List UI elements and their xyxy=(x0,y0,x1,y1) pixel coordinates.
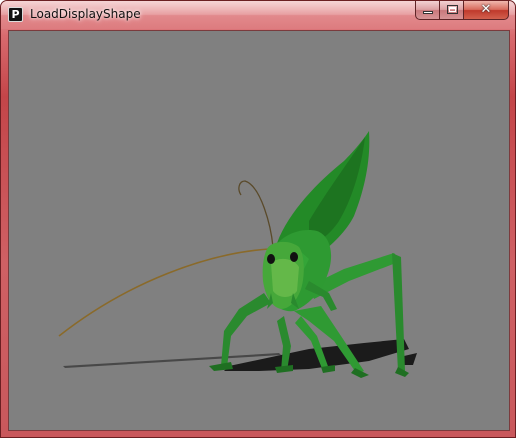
processing-app-icon[interactable]: P xyxy=(8,7,23,22)
maximize-button[interactable] xyxy=(439,1,464,20)
close-icon: ✕ xyxy=(480,2,492,17)
sketch-canvas[interactable] xyxy=(8,30,510,431)
right-eye xyxy=(290,252,298,262)
caption-buttons: ✕ xyxy=(415,1,510,21)
close-button[interactable]: ✕ xyxy=(463,1,509,20)
maximize-icon xyxy=(447,5,458,14)
left-eye xyxy=(267,254,275,264)
grasshopper-shape xyxy=(58,131,417,378)
app-window: P LoadDisplayShape ✕ xyxy=(0,0,516,438)
window-title: LoadDisplayShape xyxy=(30,7,141,21)
minimize-button[interactable] xyxy=(415,1,440,20)
app-icon-letter: P xyxy=(11,8,20,21)
face xyxy=(271,258,299,297)
minimize-icon xyxy=(423,11,433,14)
short-antenna xyxy=(238,180,274,248)
